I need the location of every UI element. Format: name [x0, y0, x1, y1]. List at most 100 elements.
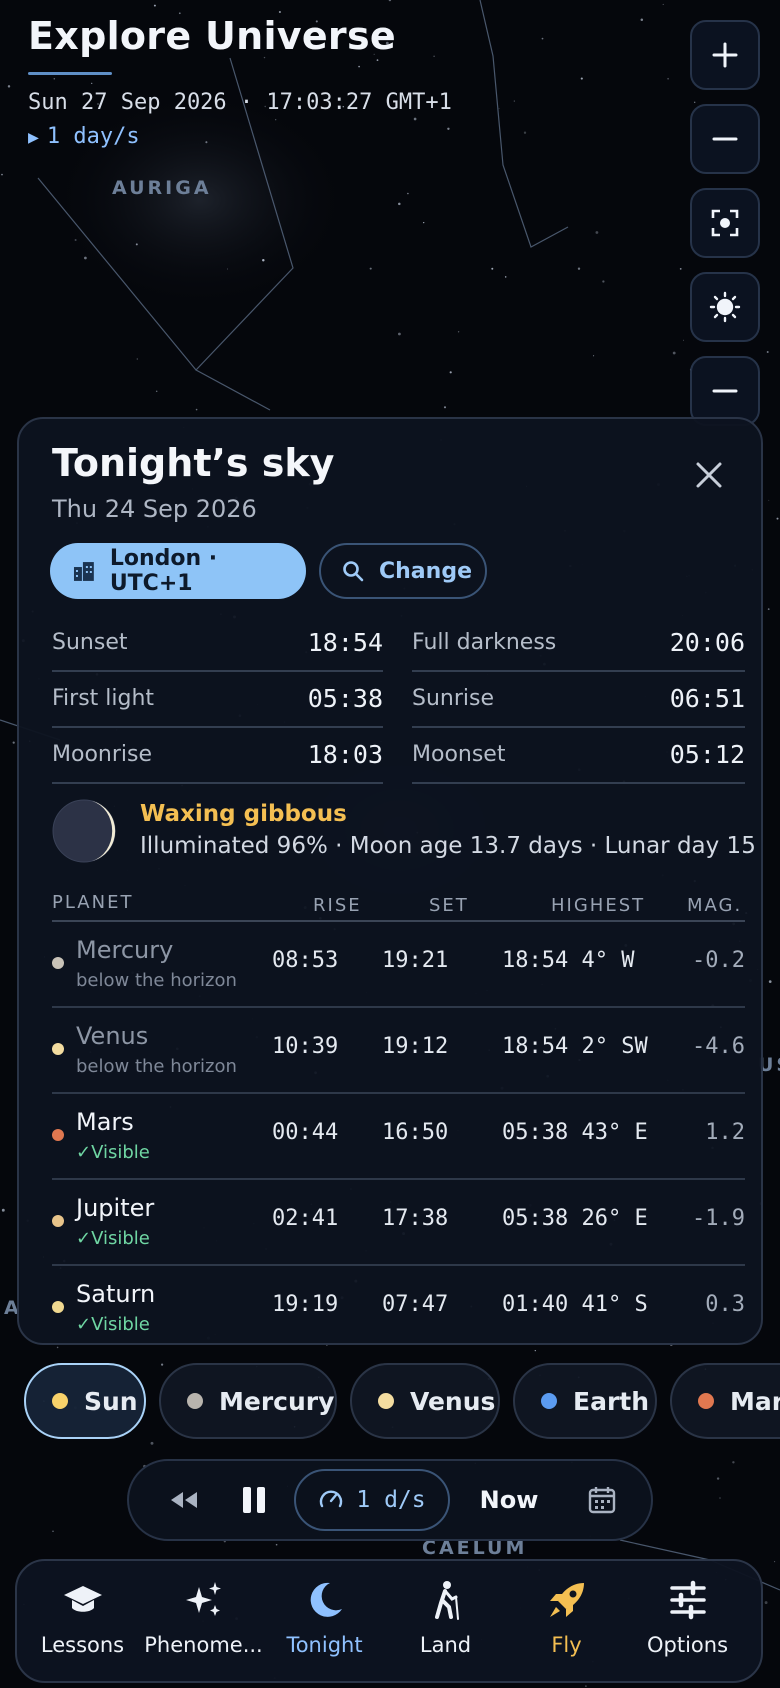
- current-datetime: Sun 27 Sep 2026 · 17:03:27 GMT+1: [28, 90, 452, 115]
- time-rate[interactable]: ▶ 1 day/s: [28, 124, 140, 149]
- recenter-button[interactable]: [690, 188, 760, 258]
- brightness-button[interactable]: [690, 272, 760, 342]
- star: [523, 131, 527, 134]
- planet-highest: 01:40 41° S: [502, 1292, 648, 1317]
- nav-tonight[interactable]: Tonight: [264, 1561, 385, 1681]
- time-label: Sunrise: [412, 686, 495, 711]
- star: [161, 1363, 164, 1366]
- nav-land[interactable]: Land: [385, 1561, 506, 1681]
- star: [275, 119, 277, 121]
- planet-highest: 18:54 2° SW: [502, 1034, 648, 1059]
- time-value: 20:06: [669, 628, 745, 657]
- star: [407, 192, 409, 195]
- planet-chip-label: Sun: [84, 1386, 138, 1416]
- planet-chip-mercury[interactable]: Mercury: [159, 1363, 337, 1439]
- star: [398, 202, 401, 206]
- planet-row-venus[interactable]: Venus below the horizon 10:39 19:12 18:5…: [52, 1008, 745, 1094]
- time-row-first-light: First light 05:38: [52, 672, 383, 728]
- star: [768, 980, 772, 983]
- planet-chip-venus[interactable]: Venus: [350, 1363, 500, 1439]
- star: [153, 4, 156, 7]
- planet-row-saturn[interactable]: Saturn ✓Visible 19:19 07:47 01:40 41° S …: [52, 1266, 745, 1343]
- time-row-sunrise: Sunrise 06:51: [412, 672, 745, 728]
- star: [358, 65, 360, 68]
- planet-color-dot: [52, 957, 64, 969]
- planet-row-jupiter[interactable]: Jupiter ✓Visible 02:41 17:38 05:38 26° E…: [52, 1180, 745, 1266]
- star: [226, 268, 229, 270]
- play-icon: ▶: [28, 127, 39, 148]
- nav-fly[interactable]: Fly: [506, 1561, 627, 1681]
- planet-set: 19:12: [382, 1034, 449, 1059]
- star: [262, 259, 265, 262]
- rewind-button[interactable]: [149, 1461, 219, 1539]
- title-underline: [28, 72, 112, 75]
- nav-label: Land: [419, 1633, 472, 1657]
- star: [640, 18, 644, 21]
- star: [74, 238, 77, 242]
- playback-bar: 1 d/s Now: [127, 1459, 653, 1541]
- close-icon[interactable]: [689, 455, 729, 495]
- nav-phenomena[interactable]: Phenome...: [143, 1561, 264, 1681]
- nav-lessons[interactable]: Lessons: [22, 1561, 143, 1681]
- planet-chip-mars[interactable]: Mars: [670, 1363, 780, 1439]
- planet-chip-label: Earth: [573, 1386, 650, 1416]
- star: [662, 3, 664, 5]
- planet-color-dot: [698, 1393, 714, 1409]
- planet-highest: 05:38 26° E: [502, 1206, 648, 1231]
- planet-status: ✓Visible: [76, 1314, 150, 1335]
- star: [732, 1461, 735, 1464]
- location-chip[interactable]: London · UTC+1: [50, 543, 306, 599]
- change-location-button[interactable]: Change: [319, 543, 487, 599]
- time-label: Sunset: [52, 630, 128, 655]
- star: [53, 78, 56, 80]
- now-button[interactable]: Now: [464, 1461, 554, 1539]
- star: [457, 331, 460, 333]
- bottom-nav: Lessons Phenome... Tonight Land Fly Opti…: [15, 1559, 763, 1683]
- rewind-icon: [171, 1492, 197, 1508]
- star: [150, 1441, 154, 1445]
- planet-chip-earth[interactable]: Earth: [513, 1363, 657, 1439]
- planet-name: Mercury: [76, 936, 174, 964]
- star: [155, 390, 158, 393]
- planet-name: Venus: [76, 1022, 149, 1050]
- star: [534, 1349, 536, 1352]
- time-row-moonrise: Moonrise 18:03: [52, 728, 383, 784]
- star: [278, 10, 281, 14]
- star: [443, 406, 447, 409]
- nav-label: Options: [646, 1633, 729, 1657]
- planet-set: 19:21: [382, 948, 449, 973]
- star: [667, 77, 669, 80]
- planet-chip-label: Mercury: [219, 1386, 335, 1416]
- nav-options[interactable]: Options: [627, 1561, 748, 1681]
- zoom-in-button[interactable]: [690, 20, 760, 90]
- star: [541, 37, 544, 40]
- star: [513, 100, 515, 102]
- star: [774, 1561, 776, 1563]
- hiker-icon: [435, 1581, 459, 1620]
- calendar-button[interactable]: [567, 1461, 637, 1539]
- zoom-out-button[interactable]: [690, 104, 760, 174]
- nav-label: Lessons: [40, 1633, 125, 1657]
- col-header-mag: MAG.: [687, 895, 743, 916]
- planet-row-mars[interactable]: Mars ✓Visible 00:44 16:50 05:38 43° E 1.…: [52, 1094, 745, 1180]
- col-header-planet: PLANET: [52, 892, 134, 913]
- panel-date: Thu 24 Sep 2026: [52, 495, 257, 523]
- planet-color-dot: [52, 1301, 64, 1313]
- planet-row-mercury[interactable]: Mercury below the horizon 08:53 19:21 18…: [52, 922, 745, 1008]
- star: [776, 517, 779, 520]
- planet-rise: 00:44: [272, 1120, 339, 1145]
- planet-status: ✓Visible: [76, 1228, 150, 1249]
- planet-set: 16:50: [382, 1120, 449, 1145]
- sparkles-icon: [186, 1582, 221, 1616]
- speed-button[interactable]: 1 d/s: [294, 1469, 450, 1531]
- star: [595, 231, 599, 234]
- calendar-icon: [588, 1487, 616, 1514]
- pause-button[interactable]: [219, 1461, 289, 1539]
- app-title: Explore Universe: [28, 14, 396, 58]
- star: [593, 355, 595, 357]
- graduation-cap-icon: [64, 1586, 102, 1612]
- collapse-button[interactable]: [690, 356, 760, 426]
- moon-phase-name: Waxing gibbous: [140, 801, 347, 827]
- planet-chip-sun[interactable]: Sun: [24, 1363, 146, 1439]
- star: [719, 1497, 721, 1499]
